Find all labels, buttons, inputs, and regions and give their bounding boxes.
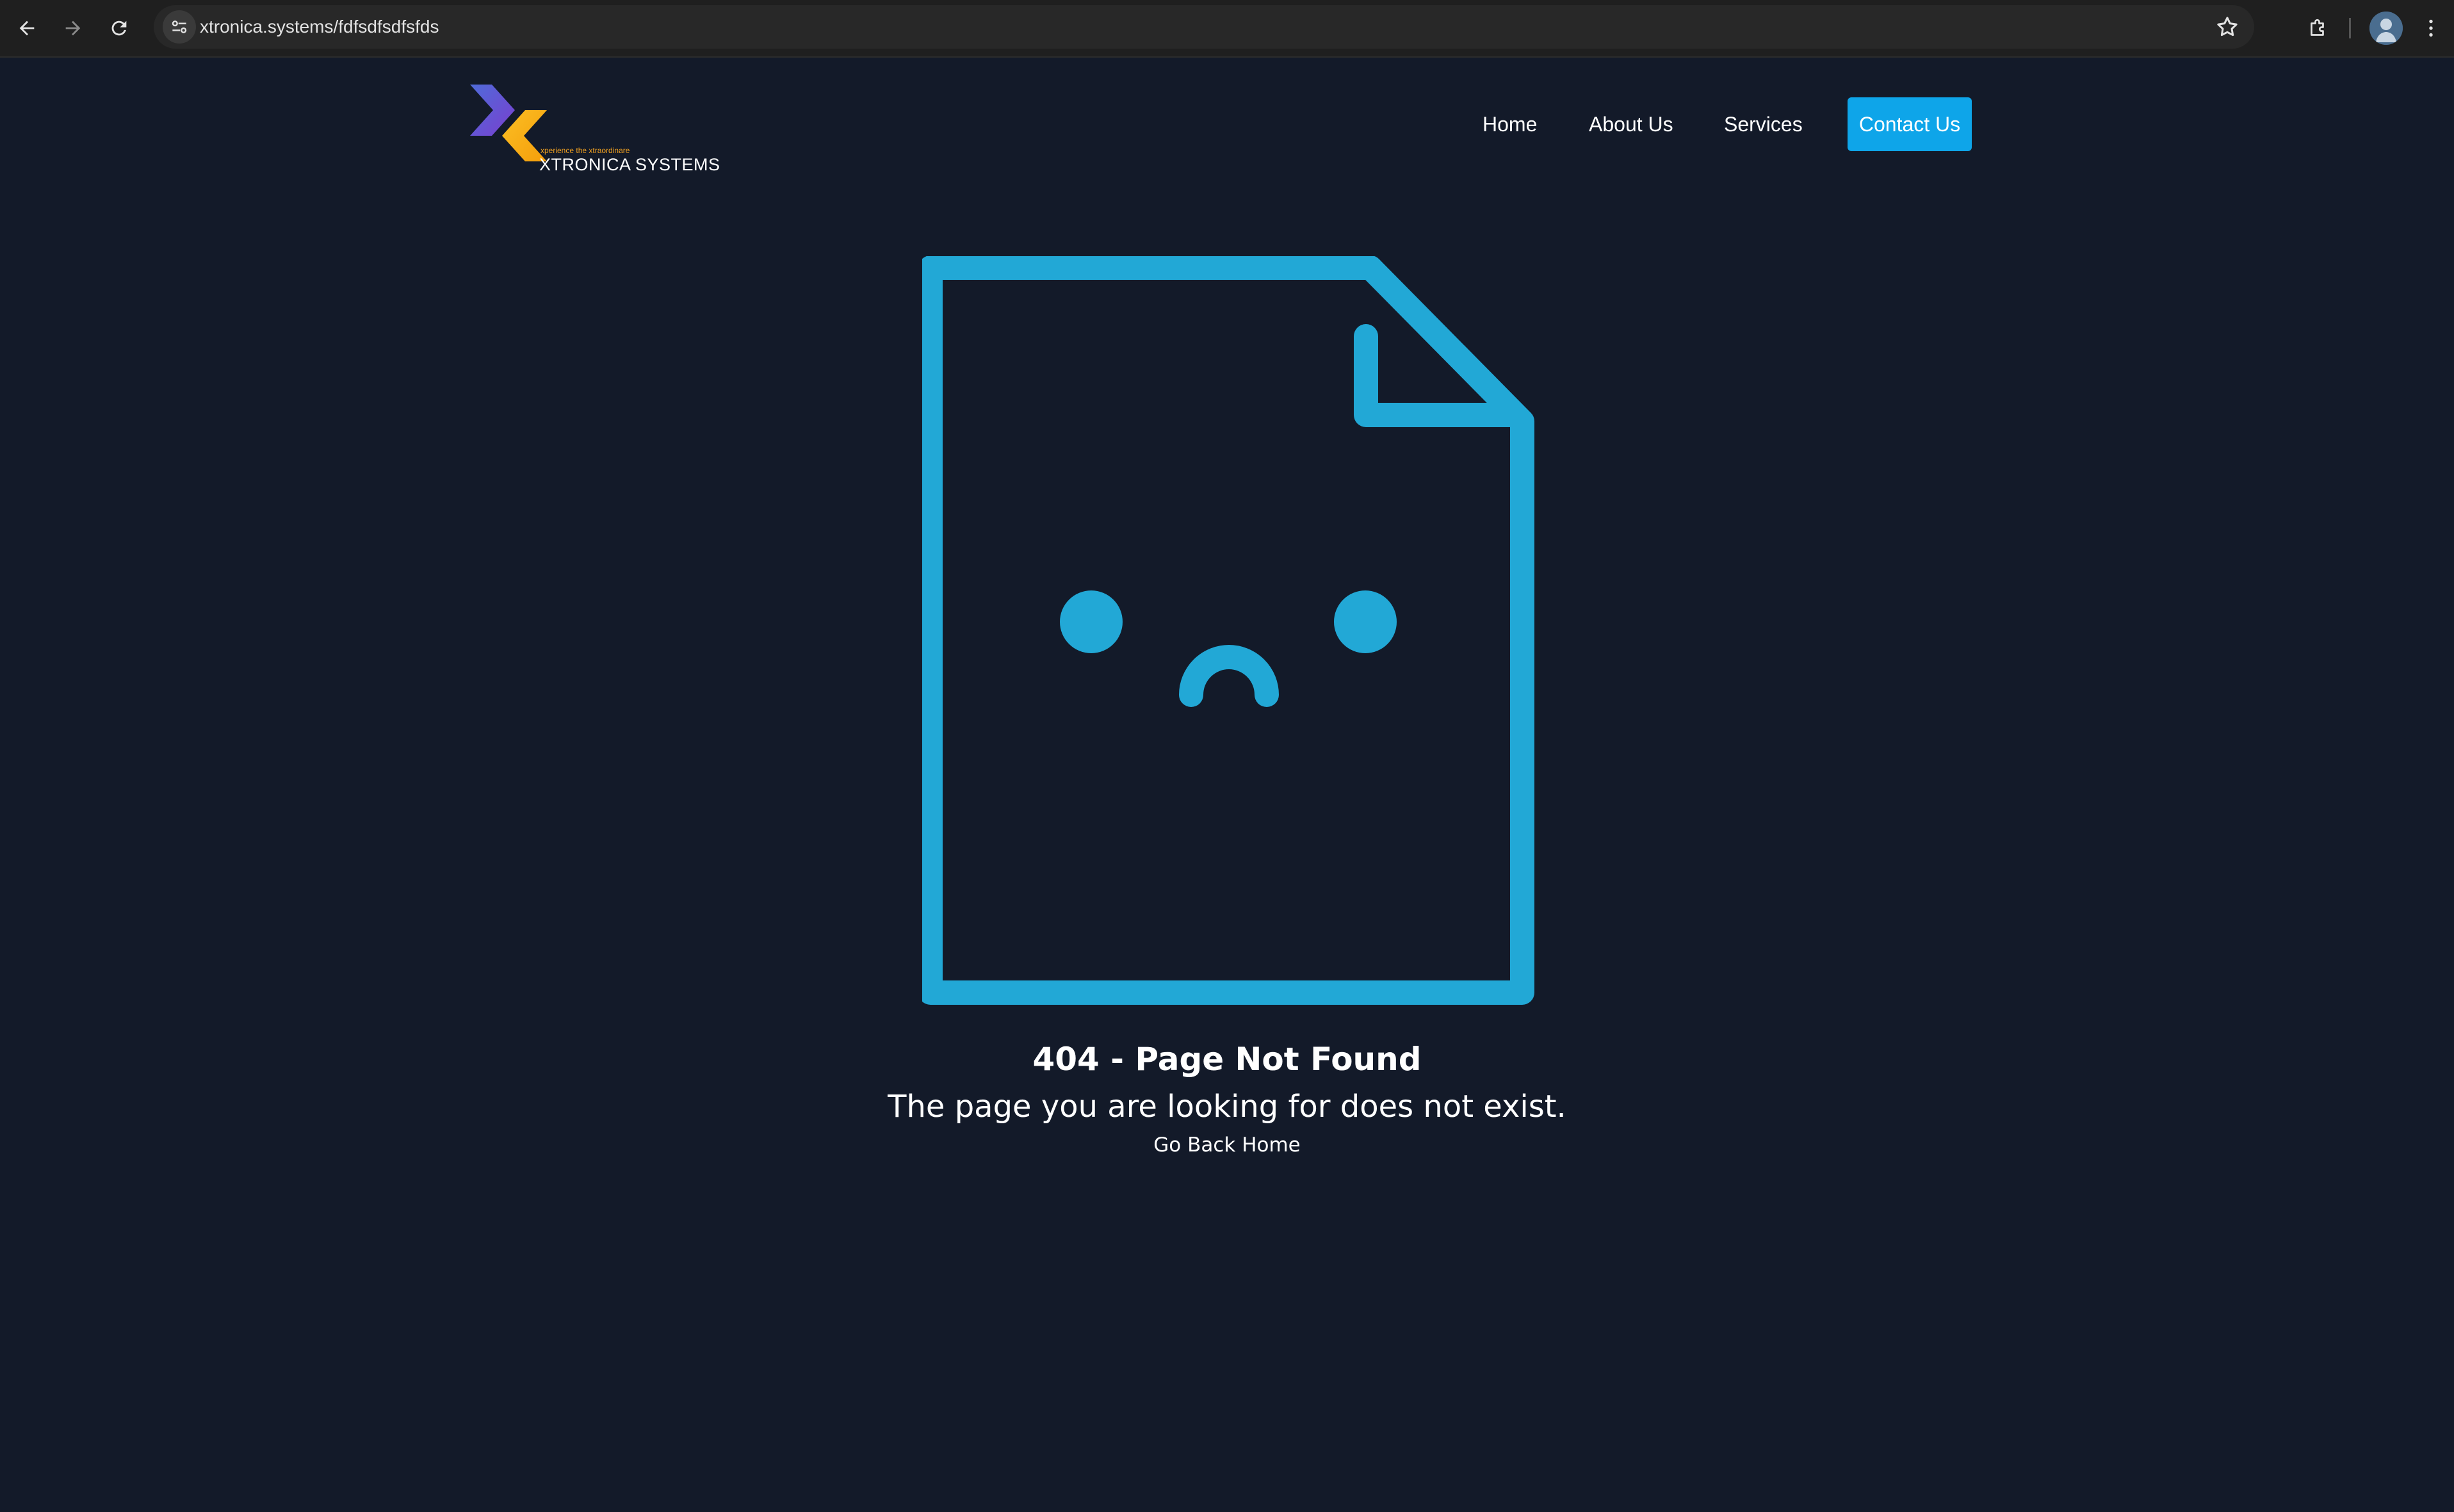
browser-toolbar: xtronica.systems/fdfsdfsdfsfds [0, 0, 2454, 58]
nav-services-link[interactable]: Services [1724, 113, 1803, 136]
logo-name: XTRONICA SYSTEMS [539, 155, 720, 174]
reload-button[interactable] [102, 12, 136, 45]
extensions-icon [2311, 19, 2324, 36]
logo-tagline: xperience the xtraordinare [540, 146, 630, 155]
forward-arrow-icon [65, 20, 81, 36]
right-eye [1334, 590, 1397, 653]
extensions-button[interactable] [2302, 12, 2335, 45]
frown-mouth [1179, 645, 1279, 707]
nav-home-link[interactable]: Home [1483, 113, 1537, 136]
toolbar-divider [2349, 18, 2351, 38]
site-info-button[interactable] [163, 10, 196, 44]
site-logo[interactable]: xperience the xtraordinare XTRONICA SYST… [465, 85, 721, 174]
back-arrow-icon [19, 20, 35, 36]
sad-document-illustration [922, 256, 1534, 1005]
address-bar[interactable]: xtronica.systems/fdfsdfsdfsfds [154, 5, 2254, 49]
error-message: The page you are looking for does not ex… [888, 1089, 1566, 1125]
go-back-home-container: Go Back Home [0, 1134, 2454, 1157]
go-back-home-link[interactable]: Go Back Home [1153, 1134, 1301, 1157]
site-info-icon [172, 20, 187, 33]
bookmark-star-icon[interactable] [2214, 14, 2240, 40]
nav-about-link[interactable]: About Us [1589, 113, 1673, 136]
more-menu-icon [2429, 19, 2433, 37]
avatar-image [2369, 12, 2403, 45]
contact-us-button[interactable]: Contact Us [1848, 97, 1972, 151]
more-menu-button[interactable] [2414, 12, 2448, 45]
forward-button[interactable] [56, 12, 90, 45]
document-outline [922, 256, 1534, 1005]
left-eye [1060, 590, 1123, 653]
error-title: 404 - Page Not Found [1032, 1041, 1422, 1078]
back-button[interactable] [10, 12, 44, 45]
site-header: xperience the xtraordinare XTRONICA SYST… [0, 58, 2454, 192]
reload-icon [111, 20, 127, 36]
url-text[interactable]: xtronica.systems/fdfsdfsdfsfds [200, 5, 439, 49]
profile-avatar[interactable] [2369, 12, 2403, 45]
